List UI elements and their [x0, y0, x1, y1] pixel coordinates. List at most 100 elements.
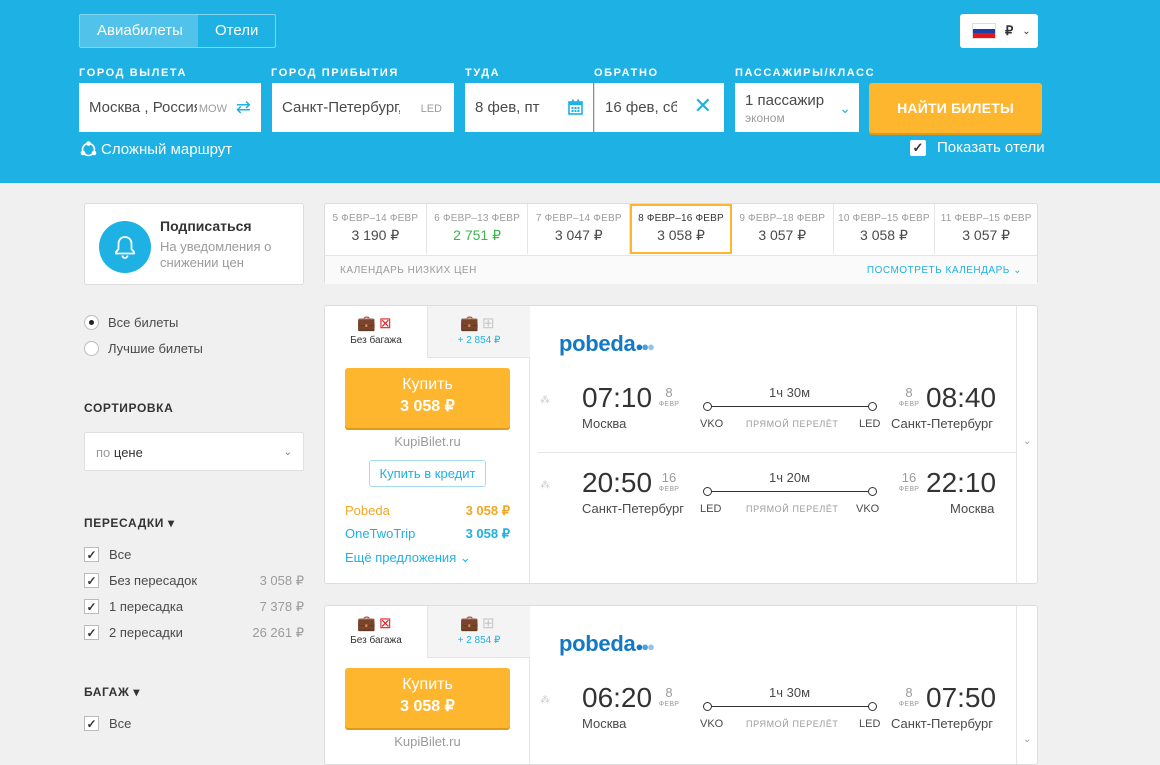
checkbox-checked-icon[interactable]: ✓ — [84, 547, 99, 562]
flight-duration: 1ч 30м — [769, 385, 811, 400]
passengers-field[interactable]: 1 пассажир эконом ⌄ — [735, 83, 859, 132]
ticket-price-panel: 💼⊠ Без багажа 💼⊞ + 2 854 ₽ Купить 3 058 … — [325, 606, 530, 764]
departure-airport: VKO — [700, 418, 724, 430]
flight-segment: ⁂ 20:50 16 ФЕВР Санкт-Петербург 1ч 20м L… — [530, 467, 1017, 547]
radio-all-tickets[interactable]: Все билеты — [84, 315, 178, 330]
locale-selector[interactable]: ₽ ⌄ — [960, 14, 1038, 48]
filter-label: Все — [109, 547, 132, 562]
calendar-icon[interactable] — [568, 99, 583, 115]
baggage-title[interactable]: БАГАЖ ▾ — [84, 685, 140, 699]
more-offers-link[interactable]: Ещё предложения ⌄ — [345, 550, 471, 566]
with-baggage-option[interactable]: 💼⊞ + 2 854 ₽ — [427, 306, 530, 358]
sort-title: СОРТИРОВКА — [84, 401, 174, 415]
calendar-price: 3 190 ₽ — [351, 227, 400, 243]
route-line — [703, 487, 877, 496]
transfers-title[interactable]: ПЕРЕСАДКИ ▾ — [84, 516, 175, 530]
transfer-filter-direct[interactable]: ✓ Без пересадок 3 058 ₽ — [84, 573, 304, 588]
checkbox-checked-icon[interactable]: ✓ — [84, 599, 99, 614]
depart-label: ТУДА — [465, 67, 501, 79]
with-baggage-option[interactable]: 💼⊞ + 2 854 ₽ — [427, 606, 530, 658]
flight-type: ПРЯМОЙ ПЕРЕЛЁТ — [746, 719, 839, 729]
destination-value: Санкт-Петербург, Р — [282, 99, 400, 116]
show-hotels-toggle[interactable]: ✓ Показать отели — [910, 139, 1045, 156]
transfer-filter-two[interactable]: ✓ 2 пересадки 26 261 ₽ — [84, 625, 304, 640]
baggage-icons: 💼⊞ — [428, 314, 530, 332]
clear-icon[interactable]: ✕ — [694, 93, 712, 119]
buy-button[interactable]: Купить 3 058 ₽ — [345, 368, 510, 428]
departure-airport: LED — [700, 503, 722, 515]
depart-date-field[interactable]: 8 фев, пт — [465, 83, 593, 132]
departure-month: ФЕВР — [658, 701, 680, 708]
airline-logo: pobeda●●● — [559, 631, 655, 656]
arrival-time: 22:10 — [926, 467, 997, 498]
expand-ticket-button[interactable]: ⌄ — [1016, 306, 1037, 583]
credit-button[interactable]: Купить в кредит — [369, 460, 486, 487]
calendar-price: 3 047 ₽ — [554, 227, 603, 243]
offer-agency: OneTwoTrip — [345, 526, 416, 541]
swap-icon[interactable]: ⇄ — [236, 97, 251, 118]
checkbox-checked-icon[interactable]: ✓ — [84, 716, 99, 731]
calendar-cell[interactable]: 11 ФЕВР–15 ФЕВР 3 057 ₽ — [935, 204, 1037, 254]
return-date-field[interactable]: 16 фев, сб ✕ — [594, 83, 724, 132]
origin-code: MOW — [198, 103, 227, 115]
checkbox-checked-icon[interactable]: ✓ — [84, 573, 99, 588]
radio-best-tickets[interactable]: Лучшие билеты — [84, 341, 203, 356]
subscribe-card[interactable]: Подписаться На уведомления о снижении це… — [84, 203, 304, 285]
checkbox-checked-icon[interactable]: ✓ — [910, 139, 926, 156]
calendar-cell[interactable]: 8 ФЕВР–16 ФЕВР 3 058 ₽ — [630, 204, 732, 254]
no-baggage-option[interactable]: 💼⊠ Без багажа — [325, 606, 427, 658]
view-calendar-link[interactable]: ПОСМОТРЕТЬ КАЛЕНДАРЬ ⌄ — [867, 265, 1022, 276]
calendar-cell[interactable]: 6 ФЕВР–13 ФЕВР 2 751 ₽ — [427, 204, 529, 254]
destination-field[interactable]: Санкт-Петербург, Р LED — [272, 83, 454, 132]
flight-duration: 1ч 20м — [769, 470, 811, 485]
calendar-dates: 8 ФЕВР–16 ФЕВР — [638, 213, 724, 224]
tab-hotels[interactable]: Отели — [198, 15, 275, 47]
filter-label: Без пересадок — [109, 573, 198, 588]
calendar-cell[interactable]: 5 ФЕВР–14 ФЕВР 3 190 ₽ — [325, 204, 427, 254]
bell-icon — [99, 221, 151, 273]
route-icon — [80, 141, 97, 157]
pin-icon: ⁂ — [540, 480, 550, 491]
radio-unselected-icon[interactable] — [84, 341, 99, 356]
calendar-cell[interactable]: 10 ФЕВР–15 ФЕВР 3 058 ₽ — [834, 204, 936, 254]
calendar-cell[interactable]: 9 ФЕВР–18 ФЕВР 3 057 ₽ — [732, 204, 834, 254]
ticket-price-panel: 💼⊠ Без багажа 💼⊞ + 2 854 ₽ Купить 3 058 … — [325, 306, 530, 583]
return-label: ОБРАТНО — [594, 67, 659, 79]
no-baggage-label: Без багажа — [350, 335, 402, 346]
buy-button[interactable]: Купить 3 058 ₽ — [345, 668, 510, 728]
departure-day: 8 — [665, 685, 673, 700]
arrival-airport: LED — [859, 418, 881, 430]
departure-time: 20:50 — [582, 467, 653, 498]
ticket-price: 3 058 ₽ — [400, 398, 455, 415]
search-button[interactable]: НАЙТИ БИЛЕТЫ — [869, 83, 1042, 133]
departure-time: 06:20 — [582, 682, 653, 713]
no-baggage-option[interactable]: 💼⊠ Без багажа — [325, 306, 427, 358]
offer-row[interactable]: OneTwoTrip 3 058 ₽ — [345, 526, 510, 542]
complex-route-link[interactable]: Сложный маршрут — [80, 141, 232, 158]
offer-row[interactable]: Pobeda 3 058 ₽ — [345, 503, 510, 519]
arrival-day: 8 — [905, 385, 913, 400]
subscribe-title: Подписаться — [160, 218, 252, 234]
arrival-day: 16 — [901, 470, 917, 485]
expand-ticket-button[interactable]: ⌄ — [1016, 606, 1037, 764]
checkbox-checked-icon[interactable]: ✓ — [84, 625, 99, 640]
transfer-filter-one[interactable]: ✓ 1 пересадка 7 378 ₽ — [84, 599, 304, 614]
origin-field[interactable]: Москва , Россия MOW ⇄ — [79, 83, 261, 132]
departure-city: Москва — [582, 416, 627, 431]
tab-flights[interactable]: Авиабилеты — [80, 15, 198, 47]
calendar-cell[interactable]: 7 ФЕВР–14 ФЕВР 3 047 ₽ — [528, 204, 631, 254]
radio-selected-icon[interactable] — [84, 315, 99, 330]
departure-day: 8 — [665, 385, 673, 400]
no-baggage-icon: ⊠ — [379, 615, 395, 632]
transfer-filter-all[interactable]: ✓ Все — [84, 547, 304, 562]
agency-name: KupiBilet.ru — [394, 434, 461, 449]
baggage-filter-all[interactable]: ✓ Все — [84, 716, 304, 731]
filter-price: 3 058 ₽ — [259, 572, 304, 588]
arrival-month: ФЕВР — [898, 401, 920, 408]
flight-type: ПРЯМОЙ ПЕРЕЛЁТ — [746, 504, 839, 514]
return-value: 16 фев, сб — [605, 99, 677, 116]
departure-airport: VKO — [700, 718, 724, 730]
sort-select[interactable]: по цене ⌄ — [84, 432, 304, 471]
offer-price: 3 058 ₽ — [465, 503, 510, 518]
radio-label: Лучшие билеты — [108, 341, 203, 356]
